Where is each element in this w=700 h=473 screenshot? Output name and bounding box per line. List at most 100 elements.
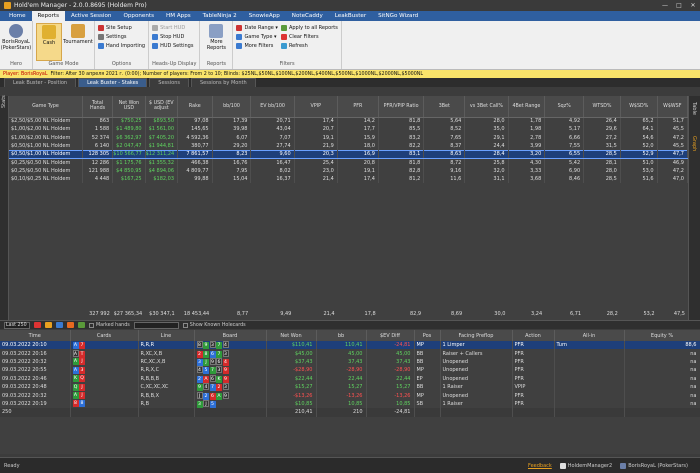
hands-column-header[interactable]: Board [194, 330, 267, 341]
chart-icon[interactable] [67, 322, 74, 328]
menu-opponents[interactable]: Opponents [117, 11, 160, 21]
hand-importing-button[interactable]: Hand Importing [98, 42, 145, 50]
menu-home[interactable]: Home [3, 11, 32, 21]
apply-all-reports-button[interactable]: Apply to all Reports [280, 24, 338, 32]
tab-sessions-by-month[interactable]: Sessions by Month [190, 78, 256, 87]
hands-column-header[interactable]: bb [316, 330, 367, 341]
stats-column-header[interactable]: Total Hands [82, 96, 114, 118]
stats-column-header[interactable]: WTSD% [583, 96, 621, 118]
menu-notecaddy[interactable]: NoteCaddy [286, 11, 329, 21]
stats-row[interactable]: $0,10/$0,25 NL Holdem 4 448 $167,25 $182,03… [9, 175, 689, 184]
table-side-tab[interactable]: Table [691, 102, 697, 115]
hand-row[interactable]: 09.03.2022 20:32 A J RC,XC,X,B 3 J 9 6 4 $37,43 37… [0, 357, 700, 367]
clear-filter-icon [280, 34, 287, 40]
stats-row[interactable]: $0,25/$0,50 NL Holdem 12 286 $1 175,76 $1 3… [9, 158, 689, 167]
stats-side-tab[interactable]: Stats [0, 95, 9, 320]
columns-icon[interactable] [78, 322, 85, 328]
stats-column-header[interactable]: PFR [337, 96, 379, 118]
graph-side-tab[interactable]: Graph [691, 136, 697, 151]
minimize-icon[interactable]: — [658, 2, 672, 9]
menu-leakbuster[interactable]: LeakBuster [329, 11, 372, 21]
stats-row[interactable]: $1,00/$2,00 NL Holdem 1 588 $1 489,80 $1 56… [9, 125, 689, 134]
menu-active-session[interactable]: Active Session [65, 11, 117, 21]
hand-row[interactable]: 09.03.2022 20:10 A 7 R,R,R 8 9 3 7 4 $110,41 110,4… [0, 341, 700, 350]
database-indicator[interactable]: HoldemManager2 [559, 462, 612, 469]
stats-column-header[interactable]: Game Type [9, 96, 83, 118]
hole-card: T [79, 350, 85, 358]
hand-row[interactable]: 09.03.2022 20:46 K Q R,B,B,B 2 A 6 K 9 $22,44 22,4… [0, 374, 700, 383]
hands-column-header[interactable]: Action [512, 330, 555, 341]
stats-column-header[interactable]: PFR/VPIP Ratio [378, 96, 425, 118]
hand-row[interactable]: 09.03.2022 20:19 8 8 R,B 3 J 5 $10,85 10,85 10,85… [0, 399, 700, 409]
site-setup-button[interactable]: Site Setup [98, 24, 145, 32]
player-icon [620, 462, 627, 469]
hand-count-select[interactable]: Last 250 [4, 321, 30, 329]
hand-row[interactable]: 09.03.2022 20:48 Q J C,XC,XC,XC 9 4 7 2 3 $15,27 1… [0, 382, 700, 392]
player-indicator[interactable]: BorisRoyaL (PokerStars) [620, 462, 688, 469]
hands-column-header[interactable]: All-in [554, 330, 625, 341]
marked-hands-select[interactable] [133, 321, 179, 329]
menu-hm-apps[interactable]: HM Apps [160, 11, 197, 21]
hero-button[interactable]: BorisRoyaL (PokerStars) [1, 23, 31, 61]
hands-column-header[interactable]: Facing Preflop [440, 330, 513, 341]
replay-icon[interactable] [45, 322, 52, 328]
tab-leak-buster-position[interactable]: Leak Buster - Position [4, 78, 77, 87]
hands-column-header[interactable]: Pos [414, 330, 441, 341]
stats-column-header[interactable]: VPIP [294, 96, 338, 118]
hands-column-header[interactable]: Cards [70, 330, 139, 341]
stats-column-header[interactable]: W$SD% [620, 96, 658, 118]
hand-row[interactable]: 09.03.2022 20:16 A T R,XC,X,B 2 8 6 7 3 $45,00 45,… [0, 349, 700, 358]
tournament-button[interactable]: Tournament [63, 23, 93, 61]
hand-row[interactable]: 09.03.2022 20:55 A 3 R,R,X,C 4 5 7 3 9 -$28,90 -28… [0, 366, 700, 375]
show-known-holecards-checkbox[interactable]: Show Known Holecards [182, 322, 246, 328]
cash-button[interactable]: Cash [36, 23, 62, 61]
filter-icon[interactable] [34, 322, 41, 328]
stats-column-header[interactable]: $ USD (EV adjust [145, 96, 179, 118]
hud-settings-button[interactable]: HUD Settings [152, 42, 193, 50]
stop-hud-button[interactable]: Stop HUD [152, 33, 193, 41]
stats-column-header[interactable]: Rake [177, 96, 213, 118]
stats-row[interactable]: $1,00/$2,00 NL Holdem 52 374 $6 362,97 $7 4… [9, 133, 689, 142]
menu-snowieapp[interactable]: SnowieApp [243, 11, 286, 21]
stats-column-header[interactable]: 3Bet [423, 96, 466, 118]
menu-bar: Home Reports Active Session Opponents HM… [0, 11, 700, 21]
date-range-button[interactable]: Date Range ▾ [236, 24, 278, 32]
hands-column-header[interactable]: Time [0, 330, 71, 341]
hand-row[interactable]: 09.03.2022 20:32 A J R,B,B,X J 2 6 A 9 -$13,26 -13… [0, 391, 700, 400]
feedback-link[interactable]: Feedback [528, 463, 552, 469]
settings-button[interactable]: Settings [98, 33, 145, 41]
refresh-button[interactable]: Refresh [280, 42, 338, 50]
stats-column-header[interactable]: EV bb/100 [250, 96, 295, 118]
tab-leak-buster-stakes[interactable]: Leak Buster - Stakes [78, 78, 148, 87]
maximize-icon[interactable]: □ [672, 2, 686, 9]
stats-column-header[interactable]: Net Won USD [112, 96, 146, 118]
game-type-button[interactable]: Game Type ▾ [236, 33, 278, 41]
hands-column-header[interactable]: Equity % [624, 330, 700, 341]
hand-cards: A3 [70, 366, 139, 375]
tab-sessions[interactable]: Sessions [149, 78, 189, 87]
stats-column-header[interactable]: vs 3Bet Call% [464, 96, 509, 118]
menu-sitngo-wizard[interactable]: SitNGo Wizard [372, 11, 424, 21]
stats-column-header[interactable]: W$WSF [657, 96, 689, 118]
menu-tableninja[interactable]: TableNinja 2 [197, 11, 243, 21]
start-hud-button[interactable]: Start HUD [152, 24, 193, 32]
export-icon[interactable] [56, 322, 63, 328]
more-filters-button[interactable]: More Filters [236, 42, 278, 50]
stats-cell: 3,99 [508, 141, 546, 151]
stats-row[interactable]: $0,50/$1,00 NL Holdem 6 140 $2 047,47 $1 94… [9, 141, 689, 151]
stats-row[interactable]: $0,25/$0,50 NL Holdem 121 988 $4 850,95 $4 … [9, 166, 689, 176]
stats-column-header[interactable]: 4Bet Range [508, 96, 546, 118]
stats-row[interactable]: $0,50/$1,00 NL Holdem 128 305 $10 566,77 $1… [9, 149, 689, 160]
marked-hands-checkbox[interactable]: Marked hands [89, 322, 130, 328]
board-card: 5 [209, 400, 216, 408]
stats-column-header[interactable]: Sqz% [544, 96, 585, 118]
stats-row[interactable]: $2,50/$5,00 NL Holdem 863 $750,25 $893,50 97… [9, 117, 689, 126]
hands-column-header[interactable]: Net Won [266, 330, 317, 341]
menu-reports[interactable]: Reports [31, 11, 65, 21]
hands-column-header[interactable]: $EV Diff [366, 330, 415, 341]
clear-filters-button[interactable]: Clear Filters [280, 33, 338, 41]
more-reports-button[interactable]: More Reports [203, 23, 229, 61]
hands-column-header[interactable]: Line [138, 330, 195, 341]
close-icon[interactable]: ✕ [686, 2, 700, 9]
stats-column-header[interactable]: bb/100 [212, 96, 252, 118]
